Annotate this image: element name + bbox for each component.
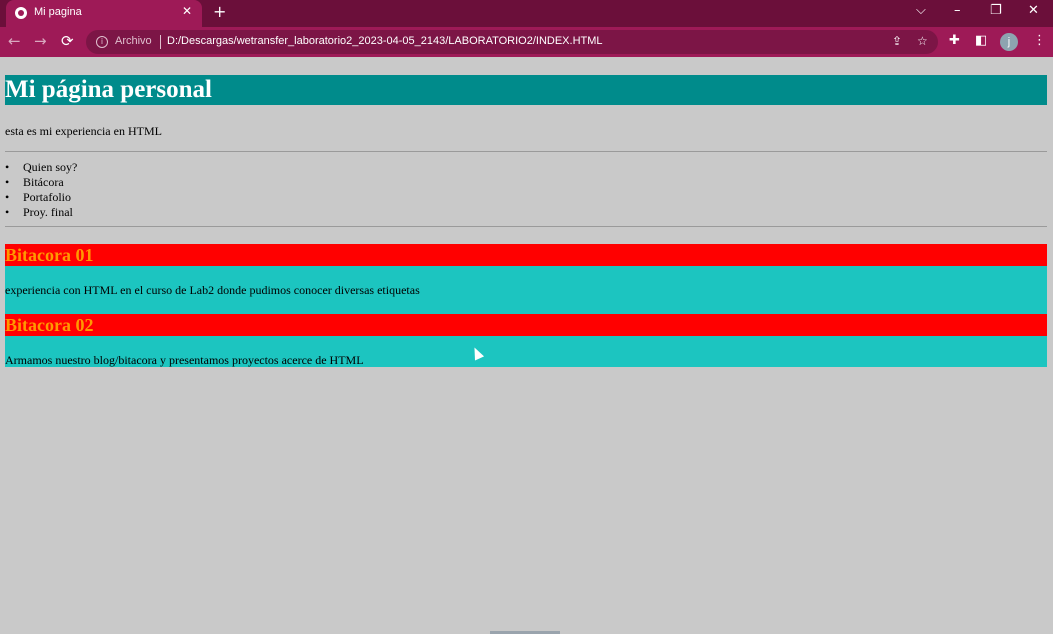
- globe-icon: [15, 7, 27, 19]
- tab-title: Mi pagina: [34, 6, 82, 18]
- new-tab-button[interactable]: +: [213, 2, 226, 21]
- forward-icon[interactable]: →: [34, 32, 47, 50]
- intro-text: esta es mi experiencia en HTML: [5, 124, 162, 138]
- reload-icon[interactable]: ⟳: [61, 32, 74, 50]
- scheme-label: Archivo: [115, 35, 152, 47]
- list-item-proy-final: Proy. final: [5, 205, 77, 220]
- section-body-text: Armamos nuestro blog/bitacora y presenta…: [5, 353, 364, 367]
- section-title-text: Bitacora 02: [5, 315, 94, 335]
- section-title-bitacora-02: Bitacora 02: [5, 314, 1047, 336]
- minimize-button[interactable]: –: [954, 3, 961, 18]
- browser-menu-icon[interactable]: ⋮: [1033, 33, 1046, 48]
- section-body-text: experiencia con HTML en el curso de Lab2…: [5, 283, 420, 297]
- restore-button[interactable]: ❐: [990, 3, 1002, 18]
- profile-avatar[interactable]: j: [1000, 33, 1018, 51]
- back-icon[interactable]: ←: [8, 32, 21, 50]
- tab-search-icon[interactable]: ⌵: [916, 3, 926, 18]
- side-panel-icon[interactable]: ◧: [975, 33, 987, 48]
- omnibox-divider: [160, 35, 161, 49]
- tab-mi-pagina[interactable]: Mi pagina ✕: [6, 0, 202, 27]
- section-body-bitacora-01: experiencia con HTML en el curso de Lab2…: [5, 266, 1047, 314]
- list-item-quien-soy: Quien soy?: [5, 160, 77, 175]
- section-title-text: Bitacora 01: [5, 245, 94, 265]
- bookmark-star-icon[interactable]: ☆: [917, 34, 928, 48]
- section-title-bitacora-01: Bitacora 01: [5, 244, 1047, 266]
- tab-close-icon[interactable]: ✕: [182, 4, 192, 18]
- divider: [5, 226, 1047, 227]
- share-icon[interactable]: ⇪: [892, 34, 902, 48]
- url-text[interactable]: D:/Descargas/wetransfer_laboratorio2_202…: [167, 35, 603, 47]
- address-bar[interactable]: i Archivo D:/Descargas/wetransfer_labora…: [86, 30, 938, 54]
- tab-strip: Mi pagina ✕ + ⌵ – ❐ ✕: [0, 0, 1053, 27]
- list-item-portafolio: Portafolio: [5, 190, 77, 205]
- section-body-bitacora-02: Armamos nuestro blog/bitacora y presenta…: [5, 336, 1047, 367]
- extensions-icon[interactable]: ✚: [949, 33, 960, 48]
- divider: [5, 151, 1047, 152]
- page-title: Mi página personal: [5, 76, 212, 103]
- nav-list: Quien soy? Bitácora Portafolio Proy. fin…: [5, 160, 77, 220]
- info-icon[interactable]: i: [96, 36, 108, 48]
- browser-toolbar: ← → ⟳ i Archivo D:/Descargas/wetransfer_…: [0, 27, 1053, 57]
- close-window-button[interactable]: ✕: [1028, 3, 1039, 18]
- list-item-bitacora: Bitácora: [5, 175, 77, 190]
